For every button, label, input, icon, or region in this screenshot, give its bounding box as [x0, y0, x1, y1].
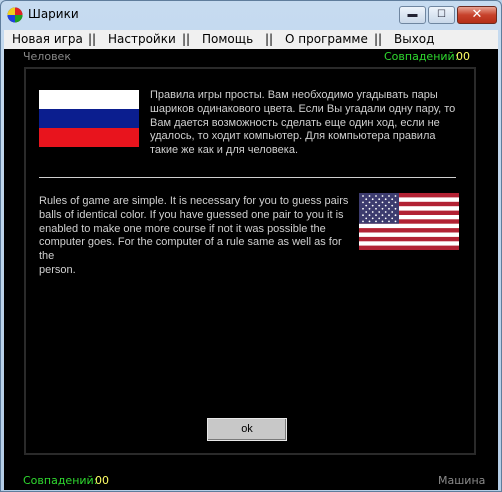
menu-bar: Новая игра || Настройки || Помощь || О п…	[4, 30, 498, 49]
menu-help[interactable]: Помощь	[202, 32, 253, 46]
rules-text-english: Rules of game are simple. It is necessar…	[39, 195, 349, 276]
maximize-button[interactable]: ☐	[428, 6, 455, 24]
minimize-icon: ▬	[407, 9, 418, 20]
us-flag-icon	[359, 193, 459, 250]
machine-score-label: Совпадений:	[23, 474, 98, 487]
menu-separator: ||	[265, 32, 274, 46]
menu-separator: ||	[182, 32, 191, 46]
close-button[interactable]: ✕	[457, 6, 497, 24]
human-player-label: Человек	[23, 50, 71, 63]
menu-separator: ||	[88, 32, 97, 46]
russian-flag-icon	[39, 90, 139, 147]
game-area: Человек Совпадений: 00 Правила игры прос…	[4, 49, 498, 490]
app-icon	[7, 7, 23, 23]
machine-score-value: 00	[95, 474, 109, 487]
divider	[39, 177, 456, 178]
machine-player-label: Машина	[438, 474, 486, 487]
window-title: Шарики	[28, 7, 79, 21]
app-window: Шарики ▬ ☐ ✕ Новая игра || Настройки || …	[0, 0, 502, 492]
minimize-button[interactable]: ▬	[399, 6, 426, 24]
maximize-icon: ☐	[437, 9, 446, 20]
menu-about[interactable]: О программе	[285, 32, 368, 46]
menu-separator: ||	[374, 32, 383, 46]
menu-exit[interactable]: Выход	[394, 32, 434, 46]
human-score-label: Совпадений:	[384, 50, 459, 63]
rules-text-russian: Правила игры просты. Вам необходимо угад…	[150, 89, 456, 157]
menu-settings[interactable]: Настройки	[108, 32, 176, 46]
title-bar[interactable]: Шарики ▬ ☐ ✕	[1, 1, 501, 29]
close-icon: ✕	[471, 7, 483, 22]
human-score-value: 00	[456, 50, 470, 63]
ok-button[interactable]: ok	[207, 418, 287, 441]
menu-new-game[interactable]: Новая игра	[12, 32, 83, 46]
